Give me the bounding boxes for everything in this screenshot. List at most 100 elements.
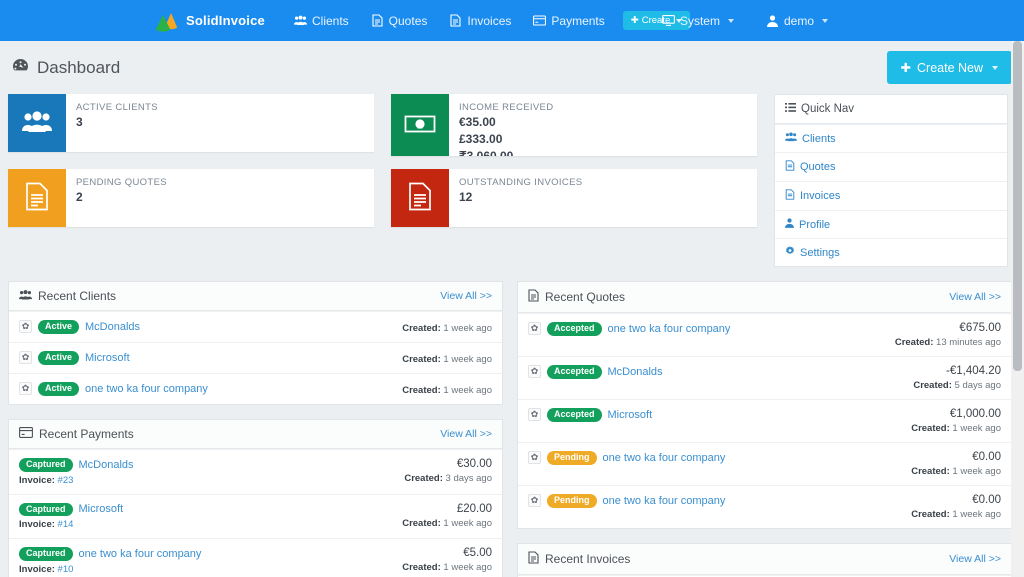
client-name-link[interactable]: McDonalds — [79, 459, 134, 471]
created-label: Created: — [402, 562, 441, 573]
invoice-number-link[interactable]: #23 — [58, 475, 74, 486]
table-row[interactable]: Captured Microsoft Invoice: #14 £20.00 C… — [9, 493, 502, 539]
nav-item-system[interactable]: System — [651, 8, 745, 34]
banknote-icon: 1 — [404, 114, 436, 137]
view-all-link[interactable]: View All >> — [440, 290, 492, 302]
table-row[interactable]: ✿ Active one two ka four company Created… — [9, 373, 502, 404]
table-row[interactable]: ✿ Active McDonalds Created: 1 week ago — [9, 311, 502, 342]
users-icon — [293, 14, 307, 27]
table-row[interactable]: ✿ Accepted one two ka four company €675.… — [518, 313, 1011, 356]
panels-left-column: Recent Clients View All >> ✿ Active McDo… — [8, 281, 503, 577]
stat-card-outstanding-invoices[interactable]: OUTSTANDING INVOICES 12 — [391, 169, 757, 227]
recent-clients-panel: Recent Clients View All >> ✿ Active McDo… — [8, 281, 503, 405]
brand-link[interactable]: SolidInvoice — [155, 9, 265, 33]
nav-item-quotes[interactable]: Quotes — [360, 8, 439, 34]
quick-nav-title: Quick Nav — [801, 103, 855, 115]
dashboard-panels-row: Recent Clients View All >> ✿ Active McDo… — [8, 281, 1016, 577]
invoice-label: Invoice: — [19, 474, 55, 486]
invoice-number-link[interactable]: #14 — [58, 519, 74, 530]
client-name-link[interactable]: one two ka four company — [603, 452, 726, 464]
row-left: ✿ Pending one two ka four company — [528, 451, 725, 465]
gear-icon[interactable]: ✿ — [528, 322, 541, 336]
invoice-number-link[interactable]: #10 — [58, 564, 74, 575]
gear-icon[interactable]: ✿ — [528, 408, 541, 422]
status-badge: Captured — [19, 547, 73, 561]
row-left: Captured one two ka four company Invoice… — [19, 547, 201, 575]
stat-body: PENDING QUOTES 2 — [66, 169, 177, 227]
create-new-button[interactable]: ✚ Create New — [886, 51, 1012, 84]
invoice-line: Invoice: #23 — [19, 475, 134, 486]
table-row[interactable]: Captured McDonalds Invoice: #23 €30.00 C… — [9, 449, 502, 494]
client-name-link[interactable]: one two ka four company — [603, 495, 726, 507]
status-badge: Accepted — [547, 365, 602, 379]
client-name-link[interactable]: one two ka four company — [79, 548, 202, 560]
client-name-link[interactable]: one two ka four company — [85, 383, 208, 395]
created-label: Created: — [404, 473, 443, 484]
stat-card-pending-quotes[interactable]: PENDING QUOTES 2 — [8, 169, 374, 227]
client-name-link[interactable]: one two ka four company — [608, 323, 731, 335]
gear-icon[interactable]: ✿ — [528, 365, 541, 379]
panel-title: Recent Clients — [19, 289, 116, 303]
table-row[interactable]: ✿ Pending one two ka four company €0.00 … — [518, 442, 1011, 485]
stat-card-income-received[interactable]: 1 INCOME RECEIVED €35.00 £333.00 ₹3,060.… — [391, 94, 757, 156]
stat-value: 12 — [459, 190, 473, 204]
row-left-top: Captured Microsoft — [19, 502, 124, 516]
nav-item-user-demo[interactable]: demo — [755, 8, 839, 34]
invoice-line: Invoice: #10 — [19, 564, 201, 575]
table-row[interactable]: Captured one two ka four company Invoice… — [9, 538, 502, 577]
stat-value-inr: ₹3,060.00 — [459, 149, 514, 156]
page-scrollbar[interactable] — [1011, 41, 1024, 577]
created-value: 5 days ago — [954, 380, 1001, 391]
nav-item-payments[interactable]: Payments — [522, 8, 615, 34]
top-navbar: SolidInvoice Clients Quotes Invoices Pay… — [0, 0, 1024, 41]
quick-nav-item-clients[interactable]: Clients — [775, 124, 1007, 152]
created-info: Created: 5 days ago — [913, 380, 1001, 391]
view-all-link[interactable]: View All >> — [440, 428, 492, 440]
stat-icon-wrap — [391, 169, 449, 227]
gear-icon[interactable]: ✿ — [528, 451, 541, 465]
table-row[interactable]: ✿ Accepted McDonalds -€1,404.20 Created:… — [518, 356, 1011, 399]
gear-icon[interactable]: ✿ — [19, 320, 32, 334]
row-right: €5.00 Created: 1 week ago — [402, 547, 492, 573]
created-info: Created: 1 week ago — [402, 323, 492, 334]
users-icon — [785, 132, 797, 145]
created-value: 1 week ago — [443, 562, 492, 573]
quick-nav-item-profile[interactable]: Profile — [775, 210, 1007, 238]
panel-title-text: Recent Payments — [39, 427, 134, 441]
view-all-link[interactable]: View All >> — [949, 553, 1001, 565]
stat-icon-wrap: 1 — [391, 94, 449, 156]
table-row[interactable]: ✿ Active Microsoft Created: 1 week ago — [9, 342, 502, 373]
scrollbar-thumb[interactable] — [1013, 41, 1022, 371]
quick-nav-item-invoices[interactable]: Invoices — [775, 181, 1007, 210]
view-all-link[interactable]: View All >> — [949, 291, 1001, 303]
created-label: Created: — [913, 380, 952, 391]
client-name-link[interactable]: Microsoft — [79, 503, 124, 515]
created-value: 3 days ago — [445, 473, 492, 484]
panel-header: Recent Clients View All >> — [9, 282, 502, 311]
client-name-link[interactable]: McDonalds — [608, 366, 663, 378]
stat-body: OUTSTANDING INVOICES 12 — [449, 169, 592, 227]
plus-icon: ✚ — [630, 15, 639, 26]
gear-icon[interactable]: ✿ — [19, 382, 32, 396]
created-info: Created: 1 week ago — [402, 518, 492, 529]
client-name-link[interactable]: Microsoft — [85, 352, 130, 364]
table-row[interactable]: ✿ Pending one two ka four company €0.00 … — [518, 485, 1011, 528]
amount: €1,000.00 — [949, 408, 1001, 420]
users-group-icon — [22, 110, 52, 136]
table-row[interactable]: ✿ Accepted Microsoft €1,000.00 Created: … — [518, 399, 1011, 442]
amount: €30.00 — [456, 458, 492, 470]
quick-nav-item-quotes[interactable]: Quotes — [775, 152, 1007, 181]
nav-item-invoices[interactable]: Invoices — [438, 8, 522, 34]
created-info: Created: 1 week ago — [911, 509, 1001, 520]
gear-icon[interactable]: ✿ — [528, 494, 541, 508]
gear-icon[interactable]: ✿ — [19, 351, 32, 365]
client-name-link[interactable]: McDonalds — [85, 321, 140, 333]
row-left: ✿ Pending one two ka four company — [528, 494, 725, 508]
stat-card-active-clients[interactable]: ACTIVE CLIENTS 3 — [8, 94, 374, 152]
quick-nav-item-settings[interactable]: Settings — [775, 238, 1007, 266]
nav-item-clients[interactable]: Clients — [283, 8, 360, 34]
stat-label: ACTIVE CLIENTS — [76, 102, 158, 113]
create-new-label: Create New — [917, 60, 983, 75]
client-name-link[interactable]: Microsoft — [608, 409, 653, 421]
file-invoice-icon — [528, 551, 539, 567]
